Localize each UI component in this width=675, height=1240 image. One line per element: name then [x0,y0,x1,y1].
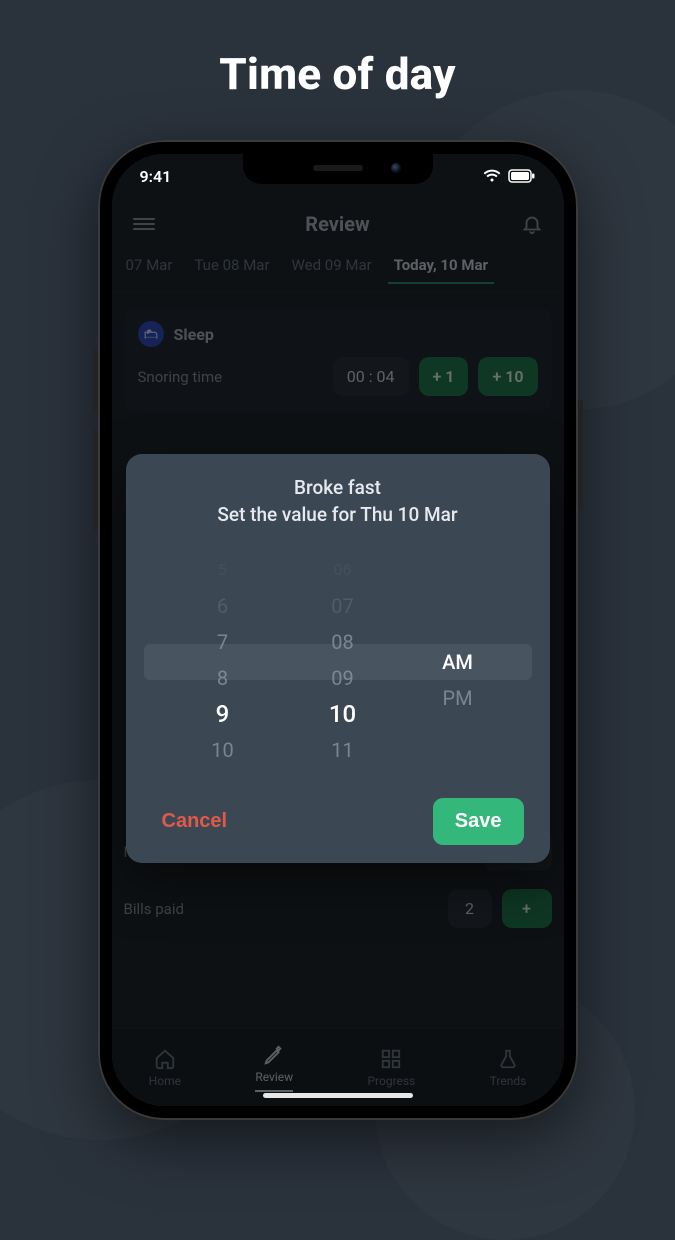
phone-frame: 9:41 Review 07 M [98,140,578,1120]
minute-column[interactable]: 06 07 08 09 10 11 12 13 [303,552,383,772]
time-picker[interactable]: 5 6 7 8 9 10 11 12 06 07 08 09 10 11 12 [144,552,532,772]
wifi-icon [482,169,502,183]
status-time: 9:41 [140,167,172,186]
battery-icon [508,169,536,183]
cancel-button[interactable]: Cancel [152,802,238,841]
modal-title: Broke fast [144,476,532,499]
modal-subtitle: Set the value for Thu 10 Mar [144,503,532,526]
hour-column[interactable]: 5 6 7 8 9 10 11 12 [183,552,263,772]
save-button[interactable]: Save [433,798,524,845]
selected-minute: 10 [303,696,383,732]
time-picker-modal: Broke fast Set the value for Thu 10 Mar … [126,454,550,863]
screen: 9:41 Review 07 M [112,154,564,1106]
selected-hour: 9 [183,696,263,732]
ampm-column[interactable]: AM PM [423,552,493,772]
notch [243,154,433,184]
selected-ampm: AM [423,644,493,680]
page-title: Time of day [0,0,675,100]
home-indicator[interactable] [263,1093,413,1098]
